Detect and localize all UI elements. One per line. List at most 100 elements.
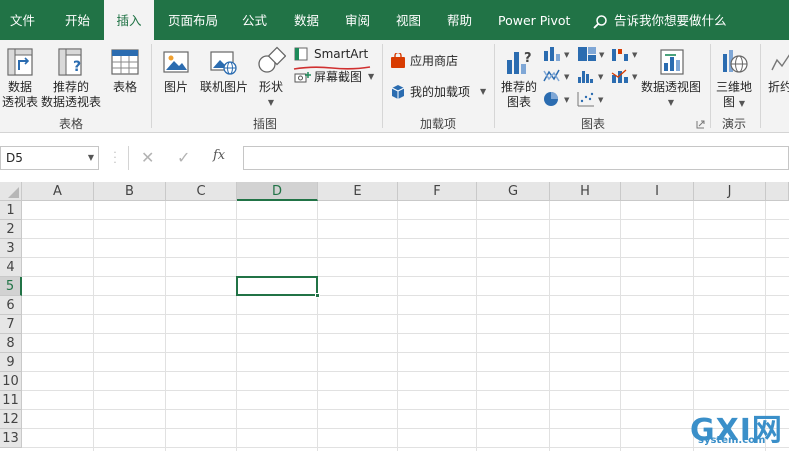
recommended-charts-button[interactable]: ? 推荐的 图表 (498, 46, 540, 110)
name-box-dropdown-icon[interactable]: ▼ (88, 147, 94, 169)
group-separator (151, 44, 152, 128)
row-header-12[interactable]: 12 (0, 410, 22, 429)
tab-help[interactable]: 帮助 (447, 0, 472, 40)
tab-view[interactable]: 视图 (396, 0, 421, 40)
addins-icon (391, 85, 405, 99)
sparkline-button[interactable]: 折约 (765, 46, 789, 95)
column-header-e[interactable]: E (318, 182, 398, 201)
recommended-pivot-button[interactable]: ? 推荐的 数据透视表 (40, 46, 102, 110)
spreadsheet-grid[interactable]: A B C D E F G H I J 1 2 3 4 5 6 7 8 9 10 11 12 13 (0, 182, 789, 451)
enter-check-icon[interactable]: ✓ (177, 148, 190, 167)
group-separator (760, 44, 761, 128)
tab-home[interactable]: 开始 (65, 0, 90, 40)
recommended-pivot-label-1: 推荐的 (52, 80, 89, 94)
my-addins-button[interactable]: 我的加载项 ▼ (390, 82, 490, 102)
table-button[interactable]: 表格 (106, 46, 144, 95)
column-header-h[interactable]: H (550, 182, 621, 201)
fill-handle[interactable] (315, 293, 320, 298)
select-all-button[interactable] (0, 182, 22, 201)
column-header-g[interactable]: G (477, 182, 550, 201)
line-chart-icon[interactable]: ▼ (542, 67, 572, 85)
column-header-a[interactable]: A (22, 182, 94, 201)
hierarchy-chart-icon[interactable]: ▼ (576, 45, 608, 63)
dialog-launcher-icon[interactable] (696, 120, 705, 129)
active-cell[interactable] (236, 276, 318, 296)
shapes-button[interactable]: 形状 ▼ (254, 46, 288, 110)
tab-file[interactable]: 文件 (10, 0, 35, 40)
group-separator (710, 44, 711, 128)
tab-review[interactable]: 审阅 (345, 0, 370, 40)
store-button[interactable]: 应用商店 (390, 51, 480, 71)
row-header-13[interactable]: 13 (0, 429, 22, 448)
column-header-j[interactable]: J (694, 182, 766, 201)
row-header-7[interactable]: 7 (0, 315, 22, 334)
tab-data[interactable]: 数据 (294, 0, 319, 40)
combo-chart-icon[interactable]: ▼ (610, 67, 640, 85)
column-chart-icon[interactable]: ▼ (542, 45, 572, 63)
globe-map-icon (723, 50, 748, 73)
3d-map-dropdown-icon: ▼ (738, 99, 745, 108)
waterfall-chart-icon[interactable]: ▼ (610, 45, 640, 63)
row-gridline (22, 428, 789, 429)
smartart-button[interactable]: SmartArt (294, 44, 378, 64)
row-header-3[interactable]: 3 (0, 239, 22, 258)
pivot-table-label-1: 数据 (7, 80, 32, 94)
picture-icon (163, 51, 189, 73)
row-header-9[interactable]: 9 (0, 353, 22, 372)
tab-power-pivot[interactable]: Power Pivot (498, 0, 570, 40)
screenshot-dropdown-icon: ▼ (368, 72, 375, 81)
formula-input[interactable] (243, 146, 789, 170)
scatter-chart-icon[interactable]: ▼ (576, 90, 606, 108)
3d-map-button[interactable]: 三维地 图 ▼ (713, 46, 755, 111)
row-gridline (22, 219, 789, 220)
pie-chart-icon[interactable]: ▼ (542, 90, 572, 108)
column-header-b[interactable]: B (94, 182, 166, 201)
my-addins-dropdown-icon: ▼ (480, 87, 487, 96)
pivot-table-button[interactable]: 数据 透视表 (1, 46, 39, 110)
row-gridline (22, 295, 789, 296)
column-header-d[interactable]: D (237, 182, 318, 201)
pivot-chart-icon (660, 49, 684, 75)
row-header-1[interactable]: 1 (0, 201, 22, 220)
row-header-5[interactable]: 5 (0, 277, 22, 296)
pivot-chart-button[interactable]: 数据透视图 ▼ (640, 46, 702, 110)
tell-me-box[interactable]: 告诉我你想要做什么 (592, 0, 727, 40)
row-gridline (22, 447, 789, 448)
row-header-11[interactable]: 11 (0, 391, 22, 410)
statistic-chart-icon[interactable]: ▼ (576, 67, 606, 85)
name-box-value: D5 (6, 151, 23, 165)
3d-map-label-1: 三维地 (715, 80, 752, 94)
screenshot-button[interactable]: 屏幕截图 ▼ (294, 67, 380, 87)
tab-insert[interactable]: 插入 (104, 0, 154, 41)
row-header-8[interactable]: 8 (0, 334, 22, 353)
formula-bar-grip-icon[interactable]: · · · (112, 147, 118, 168)
online-pictures-button[interactable]: 联机图片 (196, 46, 252, 95)
store-label: 应用商店 (410, 54, 459, 68)
row-header-4[interactable]: 4 (0, 258, 22, 277)
shapes-icon (258, 46, 286, 73)
insert-function-icon[interactable]: fx (213, 148, 225, 163)
name-box[interactable]: D5 ▼ (0, 146, 99, 170)
screenshot-label: 屏幕截图 (314, 70, 363, 84)
cancel-icon[interactable]: ✕ (141, 148, 154, 167)
row-header-6[interactable]: 6 (0, 296, 22, 315)
row-header-10[interactable]: 10 (0, 372, 22, 391)
recommended-pivot-icon: ? (58, 48, 82, 76)
tab-page-layout[interactable]: 页面布局 (168, 0, 218, 40)
column-header-c[interactable]: C (166, 182, 237, 201)
svg-text:?: ? (524, 51, 532, 66)
row-header-2[interactable]: 2 (0, 220, 22, 239)
group-separator (382, 44, 383, 128)
row-gridline (22, 390, 789, 391)
row-gridline (22, 333, 789, 334)
row-gridline (22, 257, 789, 258)
recommended-pivot-label-2: 数据透视表 (40, 95, 101, 109)
recommended-charts-label-2: 图表 (506, 95, 531, 109)
pivot-table-label-2: 透视表 (1, 95, 38, 109)
column-header-i[interactable]: I (621, 182, 694, 201)
group-label-tables: 表格 (58, 117, 83, 131)
column-header-f[interactable]: F (398, 182, 477, 201)
column-header-overflow[interactable] (766, 182, 789, 201)
tab-formulas[interactable]: 公式 (242, 0, 267, 40)
pictures-button[interactable]: 图片 (158, 46, 194, 95)
